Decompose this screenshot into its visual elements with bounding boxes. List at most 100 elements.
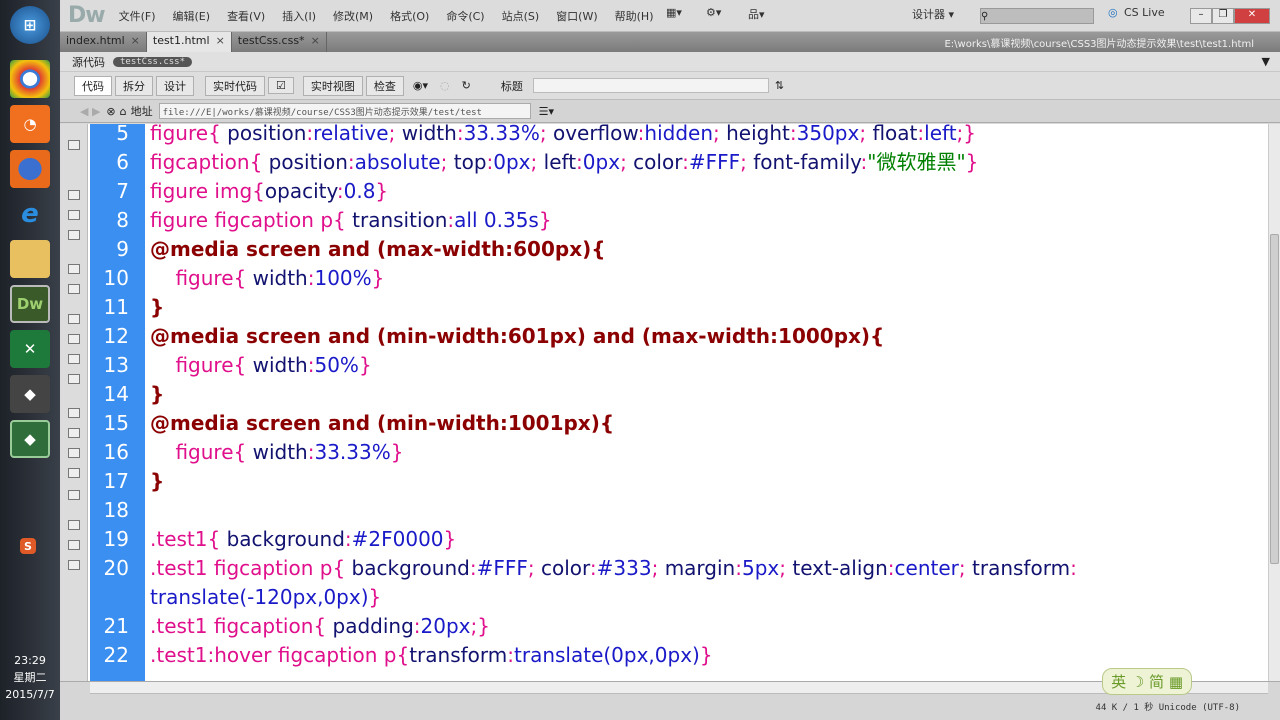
inspect-button[interactable]: 检查 (365, 75, 404, 96)
cslive-button[interactable]: CS Live (1124, 6, 1165, 19)
layout-icon[interactable]: ▦▾ (666, 6, 682, 19)
back-icon[interactable]: ◀ ▶ (80, 105, 100, 118)
code-line[interactable]: 21 .test1 figcaption{ padding:20px;} (90, 612, 1270, 641)
menu-edit[interactable]: 编辑(E) (173, 8, 211, 24)
code-line[interactable]: 20 .test1 figcaption p{ background:#FFF; … (90, 554, 1270, 612)
site-icon[interactable]: 品▾ (748, 6, 765, 22)
menu-commands[interactable]: 命令(C) (446, 8, 484, 24)
code-line[interactable]: 8 figure figcaption p{ transition:all 0.3… (90, 206, 1270, 235)
sougou-icon[interactable]: S (20, 538, 36, 554)
split-view-button[interactable]: 拆分 (115, 75, 153, 96)
view-options-icon[interactable]: ☰▾ (539, 105, 554, 118)
apply-comment-icon[interactable] (68, 408, 80, 418)
wrap-tag-icon[interactable] (68, 448, 80, 458)
globe-icon[interactable]: ◉▾ (413, 79, 428, 92)
menu-modify[interactable]: 修改(M) (333, 8, 373, 24)
collapse-tag-icon[interactable] (68, 190, 80, 200)
minimize-button[interactable]: – (1190, 8, 1212, 24)
stop-icon[interactable]: ⊗ (106, 105, 115, 118)
outdent-icon[interactable] (68, 540, 80, 550)
select-parent-icon[interactable] (68, 264, 80, 274)
home-icon[interactable]: ⌂ (120, 105, 127, 118)
code-line[interactable]: 6 figcaption{ position:absolute; top:0px;… (90, 148, 1270, 177)
source-code-link[interactable]: 源代码 (72, 54, 105, 70)
live-code-button[interactable]: 实时代码 (205, 75, 265, 96)
close-tab-icon[interactable]: × (131, 34, 140, 47)
scrollbar-thumb[interactable] (1270, 234, 1279, 564)
related-file-testcss[interactable]: testCss.css* (113, 56, 193, 67)
syntax-error-icon[interactable] (68, 374, 80, 384)
highlight-invalid-icon[interactable] (68, 334, 80, 344)
code-line[interactable]: 17} (90, 467, 1270, 496)
app-icon[interactable]: ◆ (10, 375, 50, 413)
remove-comment-icon[interactable] (68, 428, 80, 438)
code-line[interactable]: 12 @media screen and (min-width:601px) an… (90, 322, 1270, 351)
title-input[interactable] (532, 78, 769, 93)
close-tab-icon[interactable]: × (311, 34, 320, 47)
code-line[interactable]: 11} (90, 293, 1270, 322)
restore-button[interactable]: ❐ (1212, 8, 1234, 24)
recent-snippets-icon[interactable] (68, 468, 80, 478)
menu-site[interactable]: 站点(S) (502, 8, 540, 24)
dreamweaver-icon[interactable]: Dw (10, 285, 50, 323)
code-line[interactable]: 15 @media screen and (min-width:1001px){ (90, 409, 1270, 438)
chrome-icon[interactable] (10, 60, 50, 98)
code-editor[interactable]: 5 figure{ position:relative; width:33.33%… (60, 124, 1280, 681)
code-line[interactable]: 9 @media screen and (max-width:600px){ (90, 235, 1270, 264)
close-button[interactable]: ✕ (1234, 8, 1270, 24)
menu-help[interactable]: 帮助(H) (615, 8, 654, 24)
indent-icon[interactable] (68, 520, 80, 530)
open-documents-icon[interactable] (68, 140, 80, 150)
move-css-icon[interactable] (68, 490, 80, 500)
file-management-icon[interactable]: ⇅ (775, 79, 784, 92)
word-wrap-icon[interactable] (68, 354, 80, 364)
workspace-switcher[interactable]: 设计器 ▾ (912, 6, 954, 22)
balance-braces-icon[interactable] (68, 284, 80, 294)
format-source-icon[interactable] (68, 560, 80, 570)
firefox-icon[interactable] (10, 150, 50, 188)
code-line[interactable]: 18 (90, 496, 1270, 525)
menu-view[interactable]: 查看(V) (227, 8, 265, 24)
collapse-selection-icon[interactable] (68, 210, 80, 220)
code-line[interactable]: 22 .test1:hover figcaption p{transform:tr… (90, 641, 1270, 670)
filter-icon[interactable]: ▼ (1262, 55, 1270, 68)
ime-indicator[interactable]: 英 ☽ 简 ▦ (1102, 668, 1192, 695)
code-line[interactable]: 14} (90, 380, 1270, 409)
horizontal-scrollbar[interactable] (90, 682, 1268, 694)
menu-file[interactable]: 文件(F) (119, 8, 156, 24)
code-line[interactable]: 19 .test1{ background:#2F0000} (90, 525, 1270, 554)
code-line[interactable]: 5 figure{ position:relative; width:33.33%… (90, 124, 1270, 148)
vertical-scrollbar[interactable] (1268, 124, 1280, 681)
search-input[interactable]: ⚲ (980, 8, 1094, 24)
code-line[interactable]: 16 figure{ width:33.33%} (90, 438, 1270, 467)
ie-icon[interactable]: e (10, 195, 50, 233)
design-view-button[interactable]: 设计 (156, 75, 194, 96)
tab-test1-html[interactable]: test1.html × (146, 32, 232, 52)
app-icon-2[interactable]: ◆ (10, 420, 50, 458)
menu-insert[interactable]: 插入(I) (282, 8, 316, 24)
address-input[interactable]: file:///E|/works/慕课视频/course/CSS3图片动态提示效… (158, 103, 531, 119)
tab-index-html[interactable]: index.html × (60, 32, 147, 52)
inspect-options-icon[interactable]: ☑ (268, 77, 294, 94)
line-numbers-icon[interactable] (68, 314, 80, 324)
excel-icon[interactable]: ✕ (10, 330, 50, 368)
system-clock[interactable]: 23:29 星期二 2015/7/7 (0, 652, 60, 703)
close-tab-icon[interactable]: × (216, 34, 225, 47)
code-view-button[interactable]: 代码 (74, 75, 112, 96)
code-line[interactable]: 10 figure{ width:100%} (90, 264, 1270, 293)
expand-all-icon[interactable] (68, 230, 80, 240)
refresh-icon[interactable]: ↻ (462, 79, 471, 92)
explorer-icon[interactable] (10, 240, 50, 278)
start-button[interactable]: ⊞ (10, 6, 50, 44)
menu-window[interactable]: 窗口(W) (556, 8, 597, 24)
live-view-button[interactable]: 实时视图 (302, 75, 363, 96)
tab-testcss-css[interactable]: testCss.css* × (232, 32, 327, 52)
gear-icon[interactable]: ⚙▾ (706, 6, 721, 19)
menu-format[interactable]: 格式(O) (390, 8, 429, 24)
ucweb-icon[interactable]: ◔ (10, 105, 50, 143)
code-line[interactable]: 7 figure img{opacity:0.8} (90, 177, 1270, 206)
code-line[interactable]: 13 figure{ width:50%} (90, 351, 1270, 380)
browser-check-icon[interactable]: ◌ (440, 79, 450, 92)
code-token-prop: opacity (264, 179, 337, 203)
code-content[interactable]: 5 figure{ position:relative; width:33.33%… (90, 124, 1270, 670)
